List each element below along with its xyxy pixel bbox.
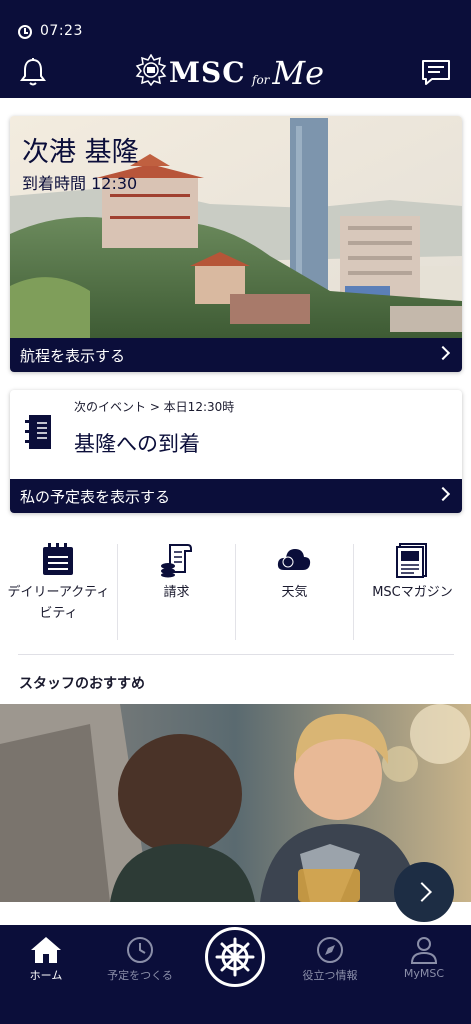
bell-icon[interactable] xyxy=(17,56,49,88)
next-port-title: 次港 基隆 xyxy=(22,137,139,168)
cloud-icon xyxy=(277,549,311,570)
quick-links: デイリーアクティビティ 請求 天気 MSCマガジン xyxy=(0,540,471,644)
tab-label: 予定をつくる xyxy=(107,969,173,982)
quick-link-weather[interactable]: 天気 xyxy=(236,540,353,644)
staff-recommendations-title: スタッフのおすすめ xyxy=(19,676,145,692)
quick-link-msc-magazine[interactable]: MSCマガジン xyxy=(354,540,471,644)
tab-label: MyMSC xyxy=(403,967,445,980)
view-itinerary-button[interactable]: 航程を表示する xyxy=(10,338,462,372)
tab-label: 役立つ情報 xyxy=(302,969,358,982)
ship-wheel-button[interactable] xyxy=(205,927,265,987)
next-recommendation-button[interactable] xyxy=(394,862,454,922)
view-schedule-label: 私の予定表を表示する xyxy=(20,488,171,506)
clock-icon xyxy=(18,25,32,39)
app-header: MSC forMe xyxy=(0,48,471,98)
receipt-icon xyxy=(161,544,192,578)
view-itinerary-label: 航程を表示する xyxy=(20,347,126,365)
logo-brand: MSC xyxy=(169,56,246,89)
quick-link-daily-activities[interactable]: デイリーアクティビティ xyxy=(0,540,117,644)
calendar-icon xyxy=(43,543,73,575)
bottom-tab-bar: ホーム 予定をつくる 役立つ情報 MyMSC xyxy=(0,925,471,1024)
tab-label: ホーム xyxy=(29,969,63,982)
quick-link-label: 請求 xyxy=(163,585,190,600)
chevron-right-icon xyxy=(412,882,432,902)
ship-wheel-icon xyxy=(215,937,255,977)
home-icon xyxy=(31,937,61,963)
next-event-meta: 次のイベント > 本日12:30時 xyxy=(74,400,235,414)
quick-link-label: デイリーアクティビティ xyxy=(7,585,110,621)
clock-icon xyxy=(127,937,153,963)
compass-icon xyxy=(317,937,343,963)
next-port-card[interactable]: 次港 基隆 到着時間 12:30 航程を表示する xyxy=(10,116,462,372)
tab-create-plan[interactable]: 予定をつくる xyxy=(100,935,180,985)
arrival-time: 到着時間 12:30 xyxy=(22,174,138,193)
next-event-title: 基隆への到着 xyxy=(74,432,200,456)
quick-link-billing[interactable]: 請求 xyxy=(118,540,235,644)
tab-mymsc[interactable]: MyMSC xyxy=(384,935,464,985)
quick-link-label: 天気 xyxy=(281,585,308,600)
quick-link-label: MSCマガジン xyxy=(372,585,453,600)
magazine-icon xyxy=(396,543,427,578)
chat-icon[interactable] xyxy=(420,56,452,88)
tab-useful-info[interactable]: 役立つ情報 xyxy=(290,935,370,985)
msc-for-me-logo: MSC forMe xyxy=(135,52,340,92)
notebook-icon xyxy=(25,415,51,449)
next-event-card[interactable]: 次のイベント > 本日12:30時 基隆への到着 私の予定表を表示する xyxy=(10,390,462,513)
chevron-right-icon xyxy=(435,345,451,361)
status-time: 07:23 xyxy=(40,23,83,39)
logo-for-me: forMe xyxy=(252,54,325,92)
user-icon xyxy=(410,937,438,964)
section-divider xyxy=(18,654,454,655)
msc-emblem-icon xyxy=(135,54,167,86)
view-schedule-button[interactable]: 私の予定表を表示する xyxy=(10,479,462,513)
chevron-right-icon xyxy=(435,486,451,502)
tab-home[interactable]: ホーム xyxy=(6,935,86,985)
status-bar: 07:23 xyxy=(0,0,471,48)
